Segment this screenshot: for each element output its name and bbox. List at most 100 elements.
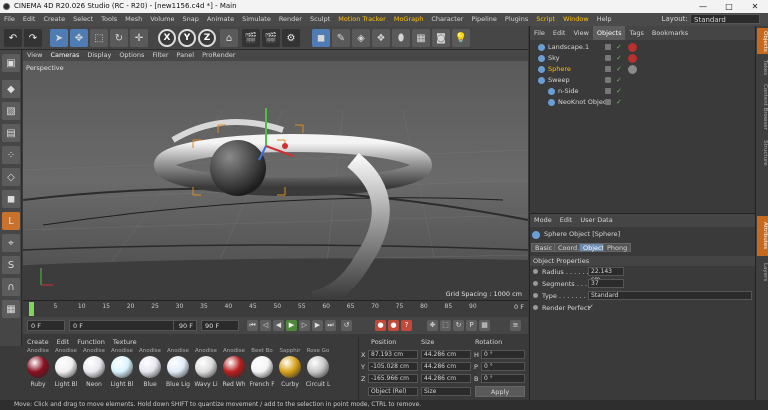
material-swatch[interactable]: Sapphir Curby [277,348,303,388]
material-swatch[interactable]: Anodise Red Wh [221,348,247,388]
menu-simulate[interactable]: Simulate [238,13,275,26]
make-editable-icon[interactable]: ▣ [2,54,20,72]
menu-edit[interactable]: Edit [19,13,40,26]
visibility-dots-icon[interactable] [605,44,611,50]
rotate-icon[interactable]: ↻ [110,29,128,47]
material-tag-icon[interactable] [628,65,637,74]
viewport-menu-filter[interactable]: Filter [148,50,172,61]
object-name[interactable]: Sphere [548,65,571,73]
viewport-menu-cameras[interactable]: Cameras [46,50,83,61]
close-button[interactable]: ✕ [742,0,768,13]
key-position-icon[interactable]: ✥ [427,320,438,331]
object-name[interactable]: NeoKnot Object [558,98,609,106]
grid-lock-icon[interactable]: ▦ [2,300,20,318]
side-tab-objects[interactable]: Objects [757,28,768,54]
viewport-menu-display[interactable]: Display [83,50,115,61]
render-settings-icon[interactable]: ⚙ [282,29,300,47]
material-swatch[interactable]: Anodise Wavy Li [193,348,219,388]
side-tab-content-browser[interactable]: Content Browser [757,82,768,132]
object-menu-tags[interactable]: Tags [625,26,647,40]
object-menu-view[interactable]: View [569,26,592,40]
deformer-icon[interactable]: ⬮ [392,29,410,47]
type-anim-dot-icon[interactable] [533,293,538,298]
position-x-field[interactable]: 87.193 cm [368,350,418,359]
3d-viewport[interactable]: View Cameras Display Options Filter Panel ProR… [23,50,528,300]
menu-script[interactable]: Script [532,13,559,26]
material-menu-function[interactable]: Function [73,337,109,347]
material-swatch[interactable]: Anodise Blue Lig [165,348,191,388]
rotation-h-field[interactable]: 0 ° [481,350,525,359]
object-menu-file[interactable]: File [530,26,549,40]
object-name[interactable]: Sky [548,54,560,62]
timeline-menu-icon[interactable]: ≡ [510,320,521,331]
material-swatch[interactable]: Anodise Ruby [25,348,51,388]
y-axis-lock-button[interactable]: Y [178,29,196,47]
material-swatch[interactable]: Anodise Neon [81,348,107,388]
loop-icon[interactable]: ↺ [341,320,352,331]
object-row[interactable]: NeoKnot Object ✓ [530,97,756,108]
size-mode-dropdown[interactable]: Size [421,387,471,396]
keyframe-selection-icon[interactable]: ? [401,320,412,331]
prev-key-icon[interactable]: ◁ [260,320,271,331]
max-frame-slider-value[interactable]: 90 F [173,320,197,331]
key-param-icon[interactable]: P [466,320,477,331]
material-swatch[interactable]: Beet Bo French F [249,348,275,388]
viewport-menu-options[interactable]: Options [115,50,148,61]
size-x-field[interactable]: 44.286 cm [421,350,471,359]
next-key-icon[interactable]: ▶ [312,320,323,331]
visibility-dots-icon[interactable] [605,99,611,105]
visibility-dots-icon[interactable] [605,66,611,72]
timeline-ruler[interactable]: 051015202530354045505560657075808590 0 F [23,300,528,317]
goto-end-icon[interactable]: ⏭ [325,320,336,331]
current-frame-field[interactable]: 0 F [27,320,65,331]
material-swatch[interactable]: Anodise Light Bl [109,348,135,388]
camera-icon[interactable]: ◙ [432,29,450,47]
viewport-menu-view[interactable]: View [23,50,46,61]
object-name[interactable]: Sweep [548,76,570,84]
material-tag-icon[interactable] [628,43,637,52]
radius-field[interactable]: 22.143 cm [588,267,624,283]
model-mode-icon[interactable]: ◆ [2,80,20,98]
cube-icon[interactable]: ◼ [312,29,330,47]
menu-pipeline[interactable]: Pipeline [467,13,500,26]
move-icon[interactable]: ✥ [70,29,88,47]
pen-icon[interactable]: ✎ [332,29,350,47]
enable-check-icon[interactable]: ✓ [616,75,622,86]
enable-check-icon[interactable]: ✓ [616,64,622,75]
object-menu-edit[interactable]: Edit [549,26,570,40]
rotation-p-field[interactable]: 0 ° [481,362,525,371]
floor-icon[interactable]: ▦ [412,29,430,47]
menu-motion-tracker[interactable]: Motion Tracker [334,13,390,26]
attr-menu-mode[interactable]: Mode [530,214,556,227]
menu-create[interactable]: Create [39,13,69,26]
rotation-b-field[interactable]: 0 ° [481,374,525,383]
menu-tools[interactable]: Tools [97,13,121,26]
x-axis-lock-button[interactable]: X [158,29,176,47]
record-icon[interactable]: ● [375,320,386,331]
menu-volume[interactable]: Volume [146,13,178,26]
object-menu-bookmarks[interactable]: Bookmarks [648,26,692,40]
select-arrow-icon[interactable]: ➤ [50,29,68,47]
minimize-button[interactable]: — [690,0,716,13]
enable-check-icon[interactable]: ✓ [616,42,622,53]
playhead-marker[interactable] [29,302,34,316]
viewport-menu-panel[interactable]: Panel [173,50,199,61]
maximize-button[interactable]: □ [716,0,742,13]
size-y-field[interactable]: 44.286 cm [421,362,471,371]
scale-icon[interactable]: ⬚ [90,29,108,47]
menu-render[interactable]: Render [275,13,306,26]
menu-plugins[interactable]: Plugins [501,13,532,26]
visibility-dots-icon[interactable] [605,77,611,83]
texture-mode-icon[interactable]: ▧ [2,102,20,120]
material-swatch[interactable]: Anodise Blue [137,348,163,388]
type-dropdown[interactable]: Standard [588,291,752,300]
render-perfect-anim-dot-icon[interactable] [533,305,538,310]
menu-snap[interactable]: Snap [178,13,202,26]
segments-field[interactable]: 37 [588,279,624,288]
menu-help[interactable]: Help [593,13,616,26]
material-swatch[interactable]: Anodise Light Bl [53,348,79,388]
side-tab-layers[interactable]: Layers [757,260,768,284]
object-name[interactable]: Landscape.1 [548,43,589,51]
recent-tool-icon[interactable]: ✛ [130,29,148,47]
render-view-icon[interactable]: 🎬 [242,29,260,47]
